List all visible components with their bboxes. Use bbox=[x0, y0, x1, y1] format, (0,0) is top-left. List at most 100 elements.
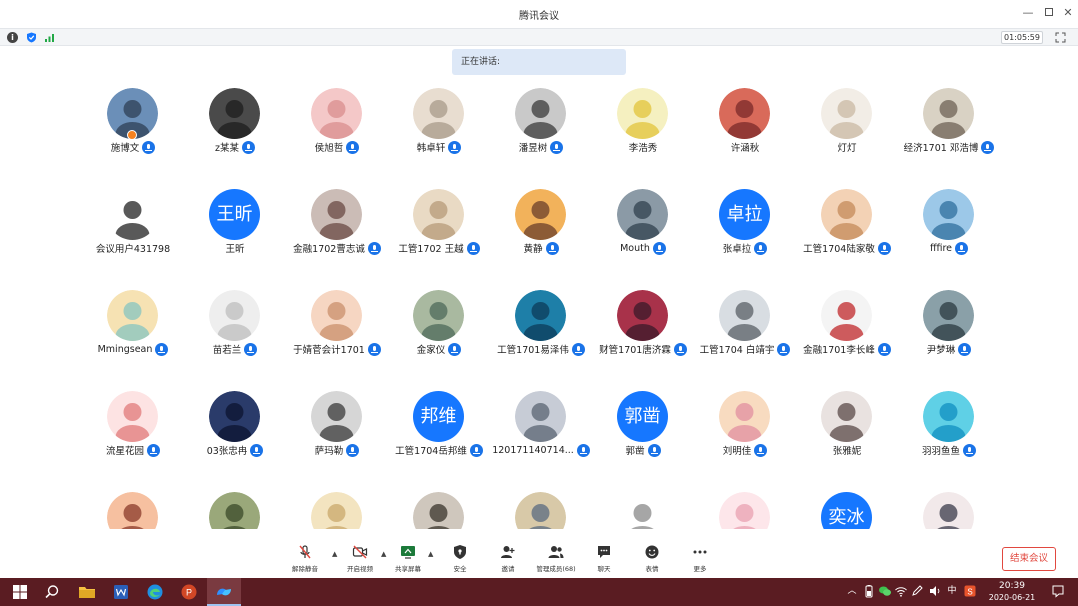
participant-name: 王昕 bbox=[225, 244, 245, 255]
participant-name-row: 金融1701李长峰 bbox=[788, 342, 906, 356]
participant-tile[interactable]: 于婧菅会计1701 bbox=[286, 290, 388, 370]
participant-name-row: 张雅妮 bbox=[788, 443, 906, 457]
participant-tile[interactable]: 金融1702曹志诚 bbox=[286, 189, 388, 269]
share-screen-button[interactable]: 共享屏幕 bbox=[383, 544, 433, 576]
participant-tile[interactable]: 刘明佳 bbox=[694, 391, 796, 471]
signal-icon[interactable] bbox=[44, 32, 55, 43]
participant-tile[interactable]: 财管1701唐济霖 bbox=[592, 290, 694, 370]
participant-tile[interactable] bbox=[898, 492, 994, 529]
participant-tile[interactable]: 会议用户431798 bbox=[82, 189, 184, 269]
participant-name-row: 财管1701唐济霖 bbox=[584, 342, 702, 356]
avatar-photo bbox=[311, 88, 362, 139]
participant-tile[interactable]: 03张忠冉 bbox=[184, 391, 286, 471]
participant-tile[interactable]: 张雅妮 bbox=[796, 391, 898, 471]
participant-tile[interactable]: 邦维 工管1704岳邦维 bbox=[388, 391, 490, 471]
sogou-input-icon[interactable]: S bbox=[963, 584, 977, 598]
participant-name: 萨玛勒 bbox=[314, 446, 344, 457]
participant-tile[interactable]: 尹梦琳 bbox=[898, 290, 994, 370]
word-icon[interactable] bbox=[111, 582, 131, 602]
windows-start-icon[interactable] bbox=[10, 582, 30, 602]
info-icon[interactable]: i bbox=[7, 32, 18, 43]
reactions-button[interactable]: 表情 bbox=[627, 544, 677, 576]
participant-tile[interactable]: 金融1701李长峰 bbox=[796, 290, 898, 370]
avatar: 奕冰 bbox=[821, 492, 872, 529]
participant-tile[interactable]: fffire bbox=[898, 189, 994, 269]
end-meeting-button[interactable]: 结束会议 bbox=[1002, 547, 1056, 571]
participant-tile[interactable]: 经济1701 邓浩博 bbox=[898, 88, 994, 168]
participant-tile[interactable]: 李浩秀 bbox=[592, 88, 694, 168]
participant-tile[interactable] bbox=[184, 492, 286, 529]
search-icon[interactable] bbox=[42, 582, 62, 602]
more-button[interactable]: 更多 bbox=[675, 544, 725, 576]
close-icon[interactable]: ✕ bbox=[1061, 6, 1075, 20]
wechat-icon[interactable] bbox=[878, 584, 892, 598]
invite-button[interactable]: 邀请 bbox=[483, 544, 533, 576]
wifi-icon[interactable] bbox=[894, 584, 908, 598]
file-explorer-icon[interactable] bbox=[77, 582, 97, 602]
participant-tile[interactable]: 郭凿 郭凿 bbox=[592, 391, 694, 471]
volume-icon[interactable] bbox=[928, 584, 942, 598]
participant-tile[interactable] bbox=[694, 492, 796, 529]
fullscreen-icon[interactable] bbox=[1055, 32, 1066, 43]
start-video-button[interactable]: 开启视频 bbox=[335, 544, 385, 576]
mic-on-icon bbox=[367, 241, 381, 255]
shield-icon[interactable] bbox=[26, 32, 37, 43]
maximize-icon[interactable] bbox=[1042, 6, 1056, 20]
participant-tile[interactable]: 羽羽鱼鱼 bbox=[898, 391, 994, 471]
tencent-meeting-taskbar-item[interactable] bbox=[207, 578, 241, 606]
chat-button[interactable]: 聊天 bbox=[579, 544, 629, 576]
participant-tile[interactable]: 流星花园 bbox=[82, 391, 184, 471]
participant-tile[interactable]: z某某 bbox=[184, 88, 286, 168]
participant-tile[interactable] bbox=[286, 492, 388, 529]
participant-tile[interactable]: 120171140714... bbox=[490, 391, 592, 471]
notification-icon[interactable] bbox=[1051, 584, 1065, 598]
edge-browser-icon[interactable] bbox=[145, 582, 165, 602]
participant-name: Mouth bbox=[620, 242, 650, 254]
participant-tile[interactable]: 苗若兰 bbox=[184, 290, 286, 370]
mic-on-icon bbox=[963, 443, 976, 457]
system-clock[interactable]: 20:39 2020-06-21 bbox=[984, 580, 1040, 603]
participant-tile[interactable]: 侯旭哲 bbox=[286, 88, 388, 168]
participant-tile[interactable]: 灯灯 bbox=[796, 88, 898, 168]
participant-name-row: 羽羽鱼鱼 bbox=[890, 443, 994, 457]
participant-name: 李浩秀 bbox=[628, 143, 658, 154]
participant-tile[interactable]: 萨玛勒 bbox=[286, 391, 388, 471]
manage-members-button[interactable]: 管理成员(68) bbox=[531, 544, 581, 576]
minimize-icon[interactable]: — bbox=[1021, 6, 1035, 20]
participant-tile[interactable]: Mouth bbox=[592, 189, 694, 269]
participant-tile[interactable]: 金家仪 bbox=[388, 290, 490, 370]
participant-tile[interactable]: 施博文 bbox=[82, 88, 184, 168]
participant-tile[interactable]: 工管1704陆家敬 bbox=[796, 189, 898, 269]
participant-tile[interactable]: 工管1702 王越 bbox=[388, 189, 490, 269]
mic-on-icon bbox=[346, 140, 360, 154]
participant-tile[interactable] bbox=[82, 492, 184, 529]
participant-name: 施博文 bbox=[110, 143, 140, 154]
battery-icon[interactable] bbox=[862, 584, 876, 598]
participant-tile[interactable]: 工管1701易泽伟 bbox=[490, 290, 592, 370]
participant-name-row: 张卓拉 bbox=[686, 241, 804, 255]
participant-tile[interactable]: 卓拉 张卓拉 bbox=[694, 189, 796, 269]
participant-tile[interactable]: 奕冰 bbox=[796, 492, 898, 529]
ime-indicator[interactable]: 中 bbox=[945, 584, 959, 598]
mic-on-icon bbox=[244, 342, 258, 356]
mic-on-icon bbox=[647, 443, 661, 457]
participant-tile[interactable] bbox=[490, 492, 592, 529]
unmute-button[interactable]: 解除静音 bbox=[280, 544, 330, 576]
participant-tile[interactable]: Mmingsean bbox=[82, 290, 184, 370]
participant-name-row: 韩卓轩 bbox=[380, 140, 498, 154]
participant-tile[interactable]: 韩卓轩 bbox=[388, 88, 490, 168]
tray-expand-icon[interactable]: ︿ bbox=[845, 584, 859, 598]
powerpoint-icon[interactable]: P bbox=[179, 582, 199, 602]
pen-icon[interactable] bbox=[910, 584, 924, 598]
participant-tile[interactable]: 潘昱树 bbox=[490, 88, 592, 168]
mic-on-icon bbox=[754, 241, 768, 255]
participant-tile[interactable]: 黄静 bbox=[490, 189, 592, 269]
participant-tile[interactable] bbox=[592, 492, 694, 529]
participant-name-row: 潘昱树 bbox=[482, 140, 600, 154]
participant-tile[interactable]: 王昕 王昕 bbox=[184, 189, 286, 269]
mic-on-icon bbox=[673, 342, 687, 356]
security-button[interactable]: 安全 bbox=[435, 544, 485, 576]
participant-tile[interactable]: 工管1704 白靖宇 bbox=[694, 290, 796, 370]
participant-tile[interactable]: 许涵秋 bbox=[694, 88, 796, 168]
participant-tile[interactable] bbox=[388, 492, 490, 529]
